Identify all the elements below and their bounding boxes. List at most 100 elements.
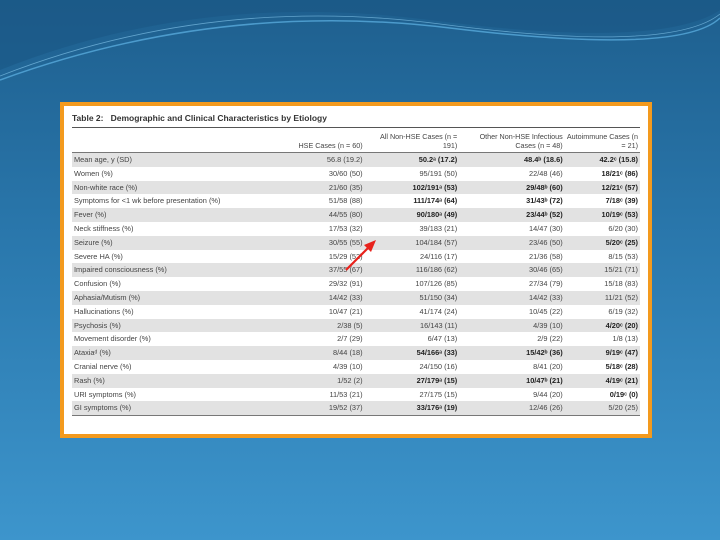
table-cell: 2/38 (5)	[287, 318, 365, 333]
table-cell: 15/18 (83)	[604, 279, 638, 289]
table-row: Movement disorder (%) 2/7 (29) 6/47 (13) 2/…	[72, 332, 640, 346]
table-cell: 1/52 (2)	[287, 373, 365, 388]
table-row: URI symptoms (%) 11/53 (21) 27/175 (15) 9/4…	[72, 388, 640, 402]
table-cell: 8/41 (20)	[533, 361, 563, 371]
row-label: Psychosis (%)	[72, 318, 288, 333]
table-row: Hallucinations (%) 10/47 (21) 41/174 (24) 1…	[72, 305, 640, 319]
table-cell: 1/8 (13)	[612, 334, 638, 344]
table-cell: 23/46 (50)	[459, 235, 565, 250]
header-cell: All Non-HSE Cases (n = 191)	[379, 132, 458, 150]
row-label: GI symptoms (%)	[72, 401, 288, 417]
red-arrow-icon	[345, 240, 376, 271]
table-cell: 30/60 (50)	[328, 168, 363, 178]
table-cell: 9/44 (20)	[533, 389, 563, 399]
table-cell: 90/180ᵃ (49)	[364, 208, 460, 222]
table-cell: 48.4ᵇ (18.6)	[459, 152, 565, 167]
table-caption: Table 2: Demographic and Clinical Charac…	[72, 113, 640, 128]
table-cell: 30/46 (65)	[459, 263, 565, 278]
row-label: Hallucinations (%)	[74, 306, 134, 316]
decorative-wave	[0, 0, 720, 81]
table-cell: 0/19ᶜ (0)	[609, 389, 638, 399]
table-cell: 15/21 (71)	[564, 263, 640, 278]
table-row: Cranial nerve (%) 4/39 (10) 24/150 (16) 8/4…	[72, 360, 640, 374]
row-label: Cranial nerve (%)	[74, 361, 132, 371]
table-cell: 5/20ᶜ (25)	[564, 235, 640, 250]
table-cell: 27/179ᵃ (15)	[364, 373, 460, 388]
row-label: Ataxiaᵈ (%)	[72, 346, 288, 360]
table-cell: 44/55 (80)	[287, 208, 365, 222]
table-cell: 111/174ᵃ (64)	[413, 196, 458, 206]
table-row: Mean age, y (SD) 56.8 (19.2) 50.2ᵃ (17.2) 4…	[72, 152, 640, 167]
row-label: Mean age, y (SD)	[72, 152, 288, 167]
table-row: Symptoms for <1 wk before presentation (…	[72, 194, 640, 208]
table-cell: 29/48ᵇ (60)	[459, 180, 565, 195]
table-cell: 21/36 (58)	[528, 251, 563, 261]
table-row: Women (%) 30/60 (50) 95/191 (50) 22/48 (46)…	[72, 167, 640, 181]
row-label: Fever (%)	[72, 208, 288, 222]
table-cell: 12/21ᶜ (57)	[564, 180, 640, 195]
table-cell: 41/174 (24)	[419, 306, 458, 316]
table-cell: 10/47 (21)	[328, 306, 363, 316]
table-row: Confusion (%) 29/32 (91) 107/126 (85) 27/34…	[72, 277, 640, 291]
table-cell: 17/53 (32)	[328, 223, 363, 233]
table-cell: 15/42ᵇ (36)	[459, 346, 565, 360]
table-cell: 39/183 (21)	[419, 223, 458, 233]
row-label: Aphasia/Mutism (%)	[72, 290, 288, 305]
table-cell: 33/176ᵃ (19)	[364, 401, 460, 417]
table-cell: 102/191ᵃ (53)	[364, 180, 460, 195]
table-cell: 5/20 (25)	[564, 401, 640, 417]
table-cell: 4/19ᶜ (21)	[564, 373, 640, 388]
table-cell: 16/143 (11)	[364, 318, 460, 333]
table-cell: 23/44ᵇ (52)	[459, 208, 565, 222]
header-cell: Autoimmune Cases (n = 21)	[566, 132, 638, 150]
table-row: Fever (%) 44/55 (80) 90/180ᵃ (49) 23/44ᵇ (5…	[72, 208, 640, 222]
table-row: Rash (%) 1/52 (2) 27/179ᵃ (15) 10/47ᵇ (21) 4…	[72, 373, 640, 388]
table-cell: 18/21ᶜ (86)	[601, 168, 639, 178]
row-label: Confusion (%)	[74, 279, 121, 289]
table-row: Neck stiffness (%) 17/53 (32) 39/183 (21) 1…	[72, 222, 640, 236]
table-cell: 2/9 (22)	[537, 334, 563, 344]
table-cell: 50.2ᵃ (17.2)	[364, 152, 460, 167]
table-cell: 10/45 (22)	[528, 306, 563, 316]
table-cell: 6/20 (30)	[608, 223, 638, 233]
table-row: Non-white race (%) 21/60 (35) 102/191ᵃ (53…	[72, 180, 640, 195]
table-cell: 27/175 (15)	[419, 389, 458, 399]
row-label: Women (%)	[74, 168, 113, 178]
table-cell: 14/47 (30)	[528, 223, 563, 233]
table-cell: 11/21 (52)	[564, 290, 640, 305]
table-cell: 22/48 (46)	[528, 168, 563, 178]
table-cell: 5/18ᶜ (28)	[605, 361, 638, 371]
table-cell: 4/20ᶜ (20)	[564, 318, 640, 333]
row-label: Symptoms for <1 wk before presentation (…	[74, 196, 221, 206]
header-cell: HSE Cases (n = 60)	[298, 141, 363, 150]
table-cell: 12/46 (26)	[459, 401, 565, 417]
table-cell: 8/15 (53)	[608, 251, 638, 261]
row-label: Neck stiffness (%)	[74, 223, 134, 233]
table-cell: 9/19ᶜ (47)	[564, 346, 640, 360]
header-cell	[72, 132, 287, 153]
row-label: Rash (%)	[72, 373, 288, 388]
table-cell: 7/18ᶜ (39)	[605, 196, 638, 206]
table-cell: 29/32 (91)	[328, 279, 363, 289]
row-label: Movement disorder (%)	[74, 334, 151, 344]
table-cell: 107/126 (85)	[415, 279, 458, 289]
table-cell: 24/150 (16)	[419, 361, 458, 371]
table-cell: 11/53 (21)	[329, 389, 363, 399]
table-row: Aphasia/Mutism (%) 14/42 (33) 51/150 (34) 1…	[72, 290, 640, 305]
table-row: GI symptoms (%) 19/52 (37) 33/176ᵃ (19) 12/…	[72, 401, 640, 417]
table-cell: 6/19 (32)	[608, 306, 638, 316]
table-row: Psychosis (%) 2/38 (5) 16/143 (11) 4/39 (10…	[72, 318, 640, 333]
table-cell: 10/19ᶜ (53)	[564, 208, 640, 222]
table-cell: 27/34 (79)	[528, 279, 563, 289]
table-cell: 14/42 (33)	[459, 290, 565, 305]
table-label: Table 2:	[72, 113, 104, 123]
row-label: Impaired consciousness (%)	[72, 263, 288, 278]
table-title: Demographic and Clinical Characteristics…	[110, 113, 327, 123]
table-cell: 95/191 (50)	[419, 168, 458, 178]
row-label: URI symptoms (%)	[74, 389, 137, 399]
row-label: Non-white race (%)	[72, 180, 288, 195]
row-label: Severe HA (%)	[74, 251, 123, 261]
table-row: Ataxiaᵈ (%) 8/44 (18) 54/166ᵃ (33) 15/42ᵇ (…	[72, 346, 640, 360]
table-cell: 42.2ᶜ (15.8)	[564, 152, 640, 167]
table-cell: 6/47 (13)	[427, 334, 458, 344]
